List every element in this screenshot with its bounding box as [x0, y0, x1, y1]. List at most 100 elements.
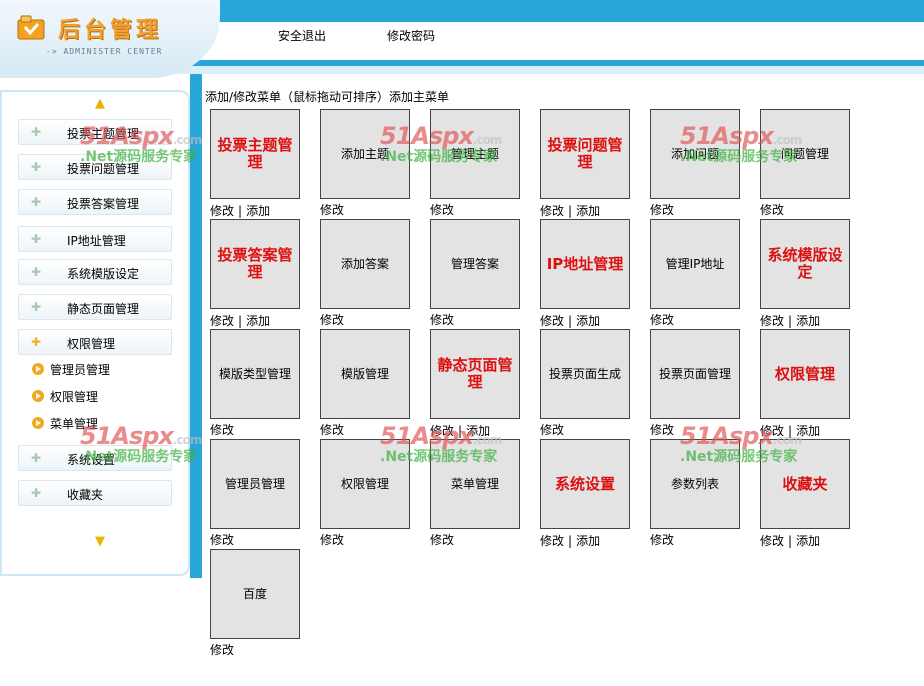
menu-tile[interactable]: 投票主题管理	[210, 109, 300, 199]
menu-tile-label: 添加问题	[670, 147, 719, 161]
menu-tile-actions: 修改	[210, 531, 234, 548]
edit-link[interactable]: 修改	[210, 423, 234, 437]
page-heading: 添加/修改菜单（鼠标拖动可排序）添加主菜单	[205, 90, 450, 104]
sidebar-item-permissions[interactable]: ✚ 权限管理	[18, 329, 172, 355]
change-password-link[interactable]: 修改密码	[387, 27, 435, 44]
edit-link[interactable]: 修改	[540, 204, 564, 218]
sidebar: ▲ ✚ 投票主题管理 ✚ 投票问题管理 ✚ 投票答案管理 ✚ IP地址管理 ✚ …	[0, 90, 190, 576]
plus-icon: ✚	[31, 265, 42, 279]
edit-link[interactable]: 修改	[210, 533, 234, 547]
sidebar-item-vote-answers[interactable]: ✚ 投票答案管理	[18, 189, 172, 215]
edit-link[interactable]: 修改	[760, 424, 784, 438]
edit-link[interactable]: 修改	[540, 423, 564, 437]
menu-tile[interactable]: 添加问题	[650, 109, 740, 199]
menu-tile[interactable]: 添加答案	[320, 219, 410, 309]
add-link[interactable]: 添加	[576, 534, 600, 548]
action-separator: |	[568, 204, 573, 218]
menu-tile[interactable]: 静态页面管理	[430, 329, 520, 419]
menu-tile[interactable]: 百度	[210, 549, 300, 639]
edit-link[interactable]: 修改	[540, 534, 564, 548]
menu-tile[interactable]: 管理员管理	[210, 439, 300, 529]
sidebar-item-vote-topics[interactable]: ✚ 投票主题管理	[18, 119, 172, 145]
add-link[interactable]: 添加	[796, 314, 820, 328]
menu-tile-label: 投票问题管理	[547, 136, 623, 171]
sidebar-item-vote-questions[interactable]: ✚ 投票问题管理	[18, 154, 172, 180]
action-separator: |	[788, 314, 793, 328]
menu-tile-actions: 修改	[210, 421, 234, 438]
menu-tile[interactable]: 管理主题	[430, 109, 520, 199]
edit-link[interactable]: 修改	[430, 424, 454, 438]
menu-tile[interactable]: 投票页面生成	[540, 329, 630, 419]
sidebar-item-static-pages[interactable]: ✚ 静态页面管理	[18, 294, 172, 320]
action-separator: |	[568, 314, 573, 328]
menu-tile[interactable]: 模版管理	[320, 329, 410, 419]
sidebar-item-label: 投票问题管理	[67, 162, 140, 176]
menu-tile[interactable]: 收藏夹	[760, 439, 850, 529]
edit-link[interactable]: 修改	[650, 203, 674, 217]
edit-link[interactable]: 修改	[540, 314, 564, 328]
add-link[interactable]: 添加	[576, 314, 600, 328]
menu-tile[interactable]: 投票问题管理	[540, 109, 630, 199]
menu-tile-label: 投票答案管理	[217, 246, 293, 281]
menu-tile[interactable]: 管理IP地址	[650, 219, 740, 309]
menu-tile-label: 管理员管理	[224, 477, 285, 491]
menu-tile[interactable]: 参数列表	[650, 439, 740, 529]
edit-link[interactable]: 修改	[320, 423, 344, 437]
edit-link[interactable]: 修改	[210, 643, 234, 657]
edit-link[interactable]: 修改	[760, 314, 784, 328]
menu-tile[interactable]: 权限管理	[760, 329, 850, 419]
sidebar-item-label: 静态页面管理	[67, 302, 140, 316]
action-separator: |	[788, 534, 793, 548]
sidebar-item-ip[interactable]: ✚ IP地址管理	[18, 226, 172, 252]
add-link[interactable]: 添加	[796, 534, 820, 548]
edit-link[interactable]: 修改	[210, 204, 234, 218]
logout-link[interactable]: 安全退出	[278, 27, 326, 44]
add-link[interactable]: 添加	[246, 314, 270, 328]
add-link[interactable]: 添加	[246, 204, 270, 218]
scroll-down-arrow-icon[interactable]: ▼	[95, 534, 105, 549]
edit-link[interactable]: 修改	[320, 313, 344, 327]
menu-tile[interactable]: 问题管理	[760, 109, 850, 199]
app-title: 后台管理	[58, 18, 163, 43]
add-link[interactable]: 添加	[796, 424, 820, 438]
menu-tile[interactable]: 菜单管理	[430, 439, 520, 529]
menu-tile-actions: 修改 | 添加	[210, 202, 270, 219]
sidebar-subitem-label: 权限管理	[50, 390, 99, 404]
edit-link[interactable]: 修改	[320, 203, 344, 217]
menu-tile[interactable]: 权限管理	[320, 439, 410, 529]
menu-tile-label: 添加主题	[340, 147, 389, 161]
menu-tile[interactable]: 投票答案管理	[210, 219, 300, 309]
edit-link[interactable]: 修改	[650, 533, 674, 547]
menu-tile-label: 参数列表	[670, 477, 719, 491]
add-link[interactable]: 添加	[576, 204, 600, 218]
menu-tile-actions: 修改 | 添加	[540, 532, 600, 549]
sidebar-item-favorites[interactable]: ✚ 收藏夹	[18, 480, 172, 506]
menu-tile[interactable]: 系统模版设定	[760, 219, 850, 309]
menu-tile[interactable]: 管理答案	[430, 219, 520, 309]
menu-tile-actions: 修改 | 添加	[540, 202, 600, 219]
edit-link[interactable]: 修改	[760, 534, 784, 548]
add-link[interactable]: 添加	[466, 424, 490, 438]
menu-tile[interactable]: 模版类型管理	[210, 329, 300, 419]
edit-link[interactable]: 修改	[650, 313, 674, 327]
menu-tile[interactable]: 添加主题	[320, 109, 410, 199]
edit-link[interactable]: 修改	[650, 423, 674, 437]
sidebar-item-label: 权限管理	[67, 337, 116, 351]
edit-link[interactable]: 修改	[430, 203, 454, 217]
edit-link[interactable]: 修改	[430, 313, 454, 327]
sidebar-subitem-label: 菜单管理	[50, 417, 99, 431]
scroll-up-arrow-icon[interactable]: ▲	[95, 96, 105, 111]
sidebar-item-label: 系统模版设定	[67, 267, 140, 281]
menu-tile[interactable]: IP地址管理	[540, 219, 630, 309]
edit-link[interactable]: 修改	[430, 533, 454, 547]
edit-link[interactable]: 修改	[760, 203, 784, 217]
sidebar-item-label: 收藏夹	[67, 488, 104, 502]
sidebar-item-settings[interactable]: ✚ 系统设置	[18, 445, 172, 471]
sidebar-item-templates[interactable]: ✚ 系统模版设定	[18, 259, 172, 285]
menu-tile-label: 收藏夹	[782, 474, 828, 493]
edit-link[interactable]: 修改	[210, 314, 234, 328]
folder-logo-icon	[17, 15, 45, 40]
menu-tile[interactable]: 系统设置	[540, 439, 630, 529]
menu-tile[interactable]: 投票页面管理	[650, 329, 740, 419]
edit-link[interactable]: 修改	[320, 533, 344, 547]
